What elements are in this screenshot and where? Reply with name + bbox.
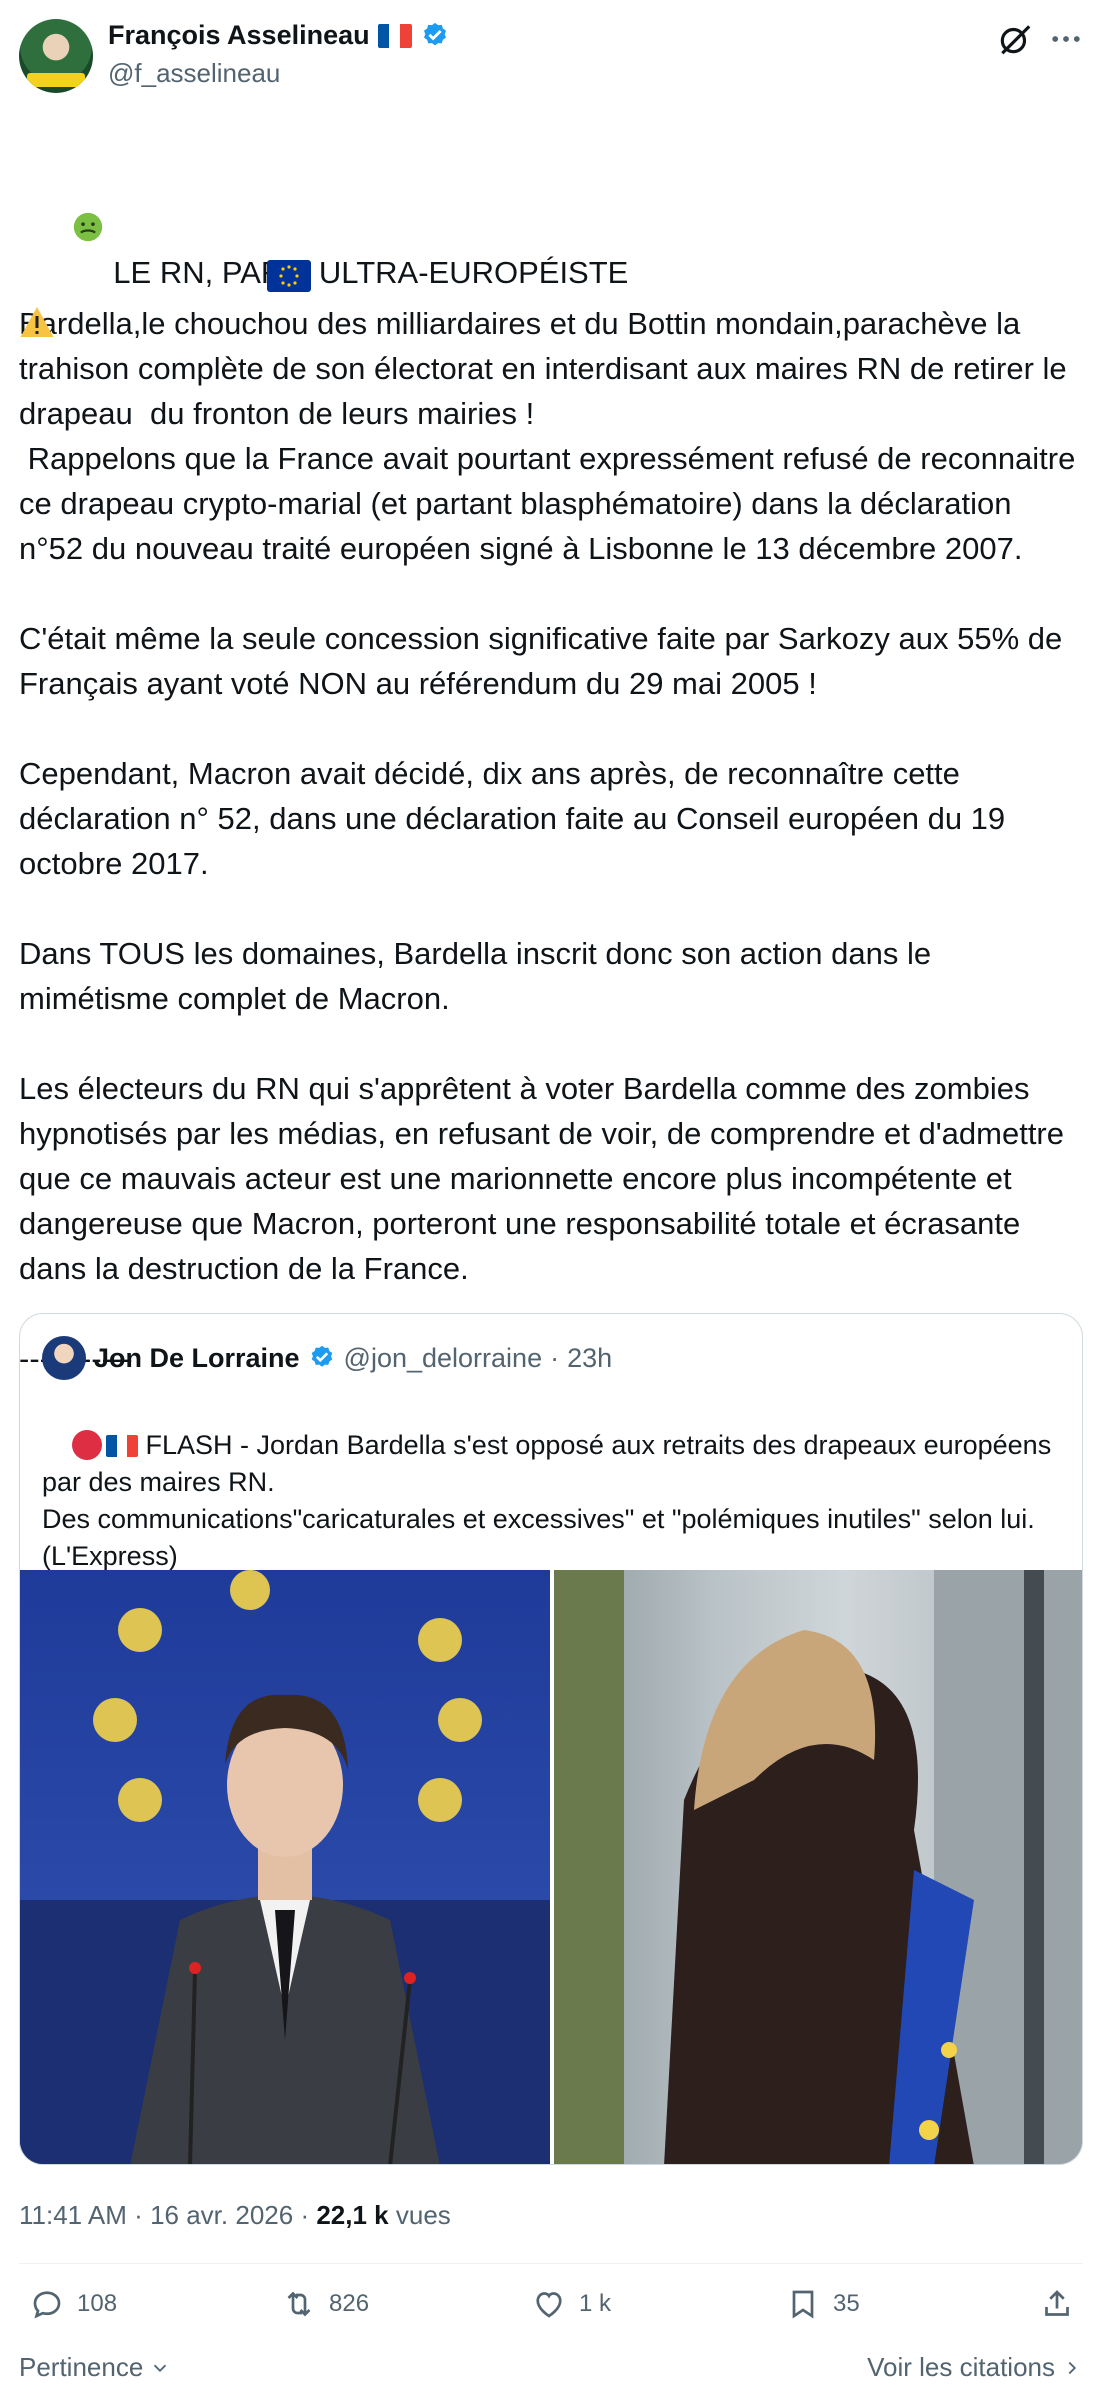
post-body: LE RN, PARTI ULTRA-EUROPÉISTE Bardella,l… bbox=[19, 120, 1083, 1381]
quoted-post-header: Jon De Lorraine @jon_delorraine · 23h bbox=[42, 1336, 612, 1380]
post-date[interactable]: 16 avr. 2026 bbox=[150, 2200, 293, 2230]
quoted-post-card[interactable]: Jon De Lorraine @jon_delorraine · 23h FL… bbox=[19, 1313, 1083, 2165]
divider bbox=[19, 2263, 1083, 2264]
sort-label: Pertinence bbox=[19, 2352, 144, 2382]
author-handle[interactable]: @f_asselineau bbox=[108, 58, 280, 89]
share-icon bbox=[1045, 2290, 1069, 2316]
post-text: LE RN, PARTI ULTRA-EUROPÉISTE Bardella,l… bbox=[19, 255, 1076, 1376]
nauseated-face-icon bbox=[36, 165, 104, 301]
verified-badge-icon bbox=[423, 22, 446, 45]
view-quotes-label: Voir les citations bbox=[867, 2352, 1055, 2382]
eu-flag-icon bbox=[267, 260, 311, 292]
meta-separator: · bbox=[134, 2200, 143, 2230]
reply-count: 108 bbox=[77, 2290, 118, 2317]
quoted-author-name[interactable]: Jon De Lorraine bbox=[94, 1343, 300, 1374]
like-button[interactable]: 1 k bbox=[531, 2286, 611, 2322]
post-actions: 108 826 1 k 35 bbox=[19, 2286, 1083, 2330]
avatar-banner bbox=[27, 73, 85, 87]
bookmark-button[interactable]: 35 bbox=[785, 2286, 860, 2322]
bookmark-icon bbox=[792, 2290, 814, 2319]
more-options-icon[interactable] bbox=[1048, 24, 1084, 54]
replies-footer: Pertinence Voir les citations bbox=[19, 2352, 1083, 2392]
like-count: 1 k bbox=[579, 2290, 612, 2317]
post-header: François Asselineau @f_asselineau bbox=[0, 0, 1102, 110]
views-count: 22,1 k bbox=[316, 2200, 389, 2230]
france-flag-icon bbox=[377, 23, 412, 48]
quoted-author-avatar[interactable] bbox=[42, 1336, 86, 1380]
repost-icon bbox=[287, 2291, 311, 2317]
quoted-image-speaker[interactable] bbox=[20, 1570, 550, 2164]
author-name[interactable]: François Asselineau bbox=[108, 20, 370, 51]
reply-icon bbox=[33, 2291, 61, 2319]
post-time[interactable]: 11:41 AM bbox=[19, 2200, 127, 2230]
share-button[interactable] bbox=[1039, 2286, 1075, 2322]
quoted-post-text: FLASH - Jordan Bardella s'est opposé aux… bbox=[42, 1430, 1052, 1571]
views-label: vues bbox=[395, 2200, 451, 2230]
chevron-down-icon bbox=[154, 2364, 167, 2372]
meta-separator: · bbox=[300, 2200, 310, 2230]
repost-button[interactable]: 826 bbox=[281, 2286, 369, 2322]
heart-icon bbox=[536, 2292, 562, 2318]
view-quotes-link[interactable]: Voir les citations bbox=[867, 2352, 1083, 2383]
grok-icon[interactable] bbox=[996, 20, 1034, 58]
quoted-timestamp[interactable]: 23h bbox=[567, 1343, 612, 1374]
author-avatar[interactable] bbox=[19, 19, 93, 93]
quoted-author-handle[interactable]: @jon_delorraine bbox=[344, 1343, 543, 1374]
quoted-separator: · bbox=[550, 1342, 560, 1373]
repost-count: 826 bbox=[329, 2290, 370, 2317]
bookmark-count: 35 bbox=[833, 2290, 860, 2317]
chevron-right-icon bbox=[1068, 2361, 1077, 2374]
reply-button[interactable]: 108 bbox=[29, 2286, 117, 2322]
verified-badge-icon bbox=[311, 1345, 332, 1367]
post-meta: 11:41 AM · 16 avr. 2026 · 22,1 k vues bbox=[19, 2200, 451, 2231]
warning-icon bbox=[20, 307, 54, 337]
france-flag-icon bbox=[106, 1435, 139, 1457]
author-name-row: François Asselineau bbox=[108, 20, 450, 51]
quoted-image-flag-removal[interactable] bbox=[554, 1570, 1082, 2164]
red-circle-icon bbox=[72, 1430, 103, 1460]
sort-dropdown[interactable]: Pertinence bbox=[19, 2352, 171, 2383]
